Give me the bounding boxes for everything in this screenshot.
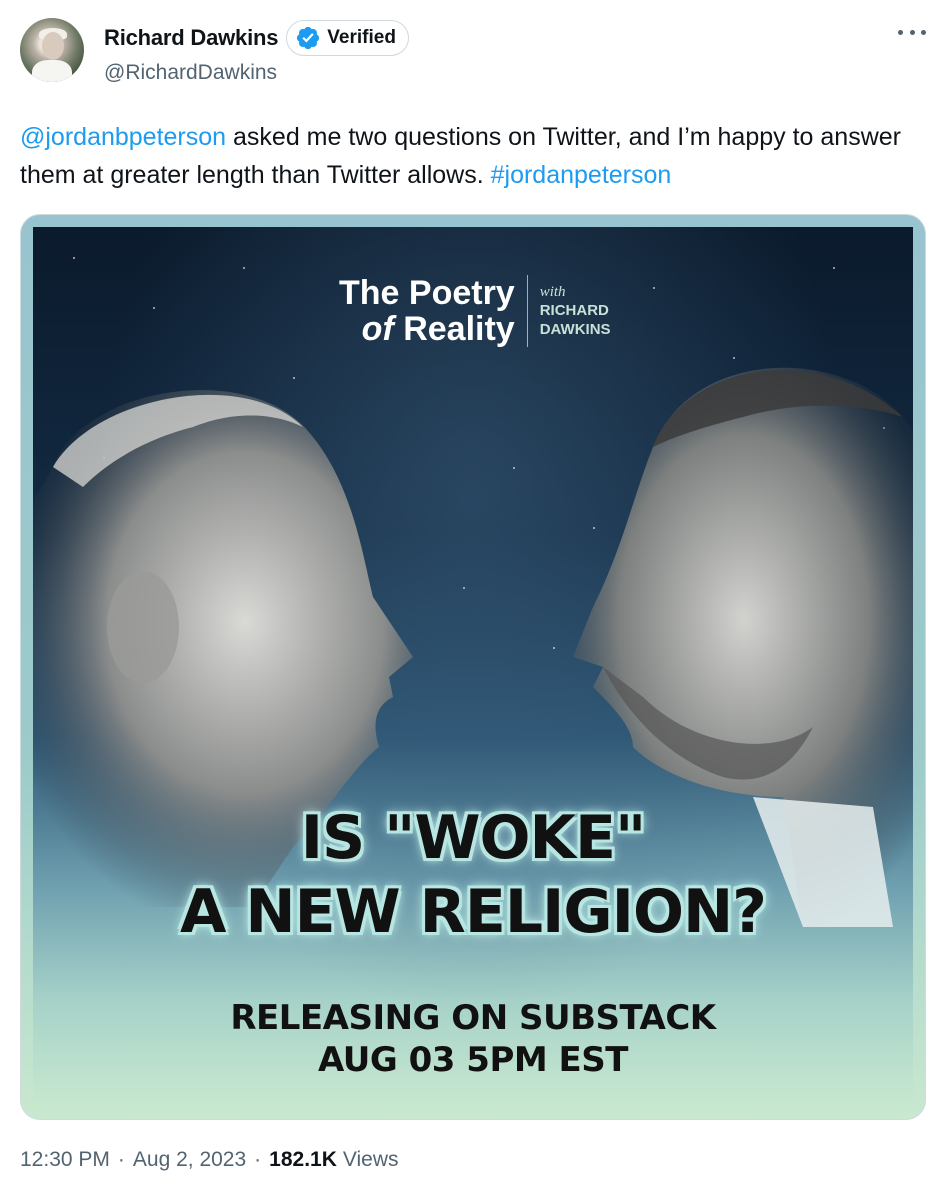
headline-line2: A NEW RELIGION? <box>180 877 767 947</box>
avatar-shirt <box>32 60 72 82</box>
brand-with-label: with <box>539 283 566 300</box>
brand-host-line1: RICHARD <box>539 301 609 319</box>
more-options-icon[interactable] <box>898 22 926 42</box>
author-display-name[interactable]: Richard Dawkins <box>104 25 278 51</box>
brand-with-host: with RICHARD DAWKINS <box>528 275 611 347</box>
release-line2: AUG 03 5PM EST <box>318 1040 628 1080</box>
tweet-text: @jordanbpeterson asked me two questions … <box>20 118 920 194</box>
brand-title: The Poetry of Reality <box>339 275 527 347</box>
headline-line1: IS "WOKE" <box>300 803 647 873</box>
brand-title-reality: Reality <box>393 310 515 348</box>
author-name-row: Richard Dawkins Verified <box>104 20 409 56</box>
brand-title-line1: The Poetry <box>339 274 515 312</box>
tweet-time[interactable]: 12:30 PM <box>20 1148 110 1172</box>
release-line1: RELEASING ON SUBSTACK <box>230 998 716 1038</box>
tweet-media-image[interactable]: The Poetry of Reality with RICHARD DAWKI… <box>20 214 926 1120</box>
tweet-date[interactable]: Aug 2, 2023 <box>133 1148 246 1172</box>
more-dot <box>909 29 915 35</box>
brand-title-of: of <box>361 310 394 348</box>
verified-badge-icon <box>297 26 320 50</box>
more-dot <box>921 29 926 35</box>
hashtag-link[interactable]: #jordanpeterson <box>491 161 672 189</box>
tweet: Richard Dawkins Verified @RichardDawkins… <box>0 0 948 1194</box>
verified-label: Verified <box>327 27 396 48</box>
meta-separator: · <box>117 1148 125 1171</box>
more-dot <box>898 29 903 35</box>
views-count[interactable]: 182.1K <box>269 1148 337 1172</box>
poster-release-info: RELEASING ON SUBSTACK AUG 03 5PM EST <box>33 997 913 1081</box>
avatar-face <box>42 32 64 60</box>
brand-title-line2: of Reality <box>339 311 515 347</box>
verified-button[interactable]: Verified <box>286 20 409 56</box>
tweet-meta: 12:30 PM · Aug 2, 2023 · 182.1K Views <box>20 1148 399 1172</box>
views-label: Views <box>342 1148 399 1171</box>
avatar[interactable] <box>20 18 84 82</box>
meta-separator: · <box>254 1148 262 1171</box>
poster-headline: IS "WOKE" A NEW RELIGION? <box>33 801 913 949</box>
author-handle[interactable]: @RichardDawkins <box>104 61 277 85</box>
mention-link[interactable]: @jordanbpeterson <box>20 123 226 151</box>
podcast-brand-logo: The Poetry of Reality with RICHARD DAWKI… <box>339 275 611 347</box>
brand-host-line2: DAWKINS <box>539 320 611 338</box>
poster-artwork: The Poetry of Reality with RICHARD DAWKI… <box>33 227 913 1107</box>
